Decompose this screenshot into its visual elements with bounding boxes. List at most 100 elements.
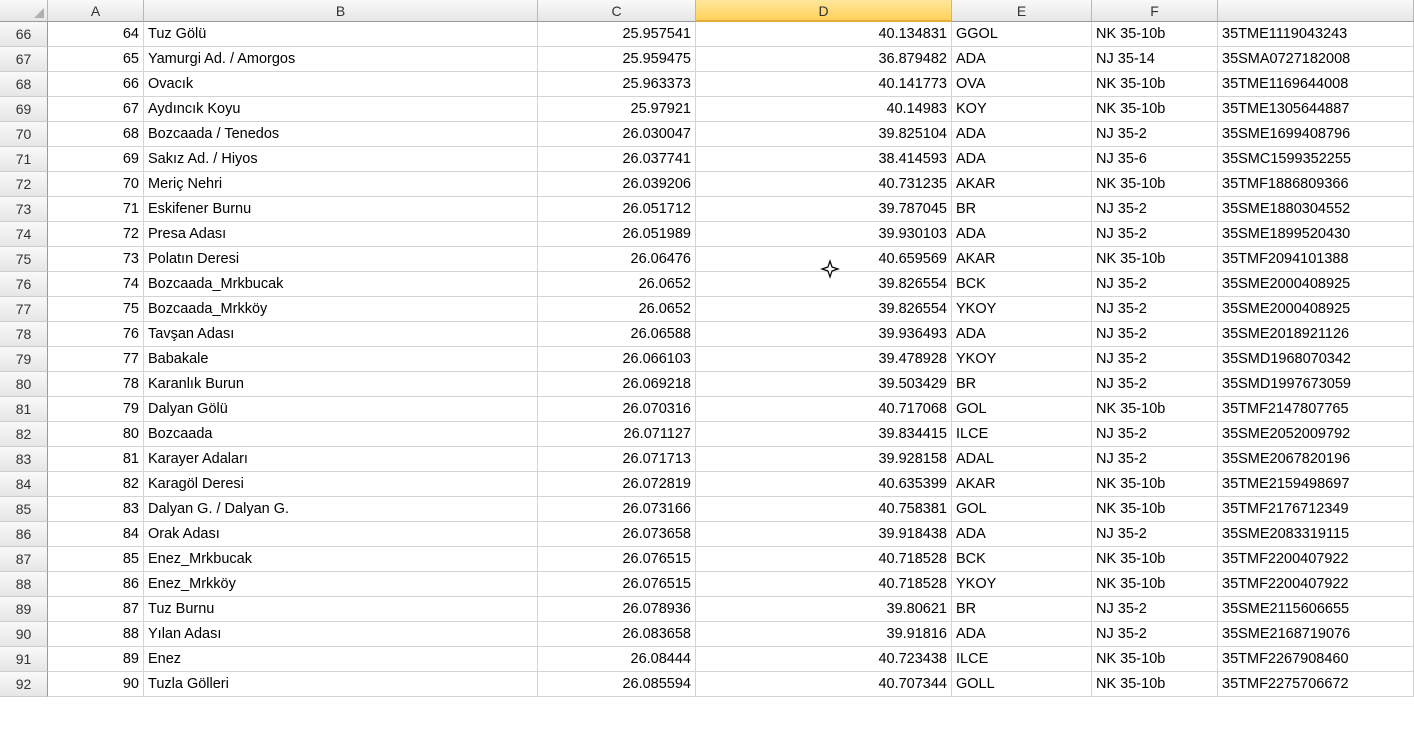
cell[interactable]: NK 35-10b [1092, 497, 1218, 522]
cell[interactable]: BR [952, 372, 1092, 397]
cell[interactable]: 35SMA0727182008 [1218, 47, 1414, 72]
cell[interactable]: Dalyan G. / Dalyan G. [144, 497, 538, 522]
cell[interactable]: ADA [952, 322, 1092, 347]
cell[interactable]: NK 35-10b [1092, 97, 1218, 122]
cell[interactable]: ADA [952, 622, 1092, 647]
cell[interactable]: Sakız Ad. / Hiyos [144, 147, 538, 172]
cell[interactable]: YKOY [952, 347, 1092, 372]
row-header[interactable]: 84 [0, 472, 48, 497]
cell[interactable]: 35TME1169644008 [1218, 72, 1414, 97]
cell[interactable]: Tavşan Adası [144, 322, 538, 347]
cell[interactable]: 38.414593 [696, 147, 952, 172]
cell[interactable]: AKAR [952, 247, 1092, 272]
cell[interactable]: 87 [48, 597, 144, 622]
cell[interactable]: 26.073658 [538, 522, 696, 547]
cell[interactable]: 40.731235 [696, 172, 952, 197]
cell[interactable]: AKAR [952, 172, 1092, 197]
cell[interactable]: AKAR [952, 472, 1092, 497]
cell[interactable]: 26.071713 [538, 447, 696, 472]
cell[interactable]: 86 [48, 572, 144, 597]
cell[interactable]: Karanlık Burun [144, 372, 538, 397]
row-header[interactable]: 92 [0, 672, 48, 697]
cell[interactable]: NJ 35-14 [1092, 47, 1218, 72]
cell[interactable]: 40.14983 [696, 97, 952, 122]
row-header[interactable]: 85 [0, 497, 48, 522]
cell[interactable]: 84 [48, 522, 144, 547]
cell[interactable]: 40.659569 [696, 247, 952, 272]
cell[interactable]: 65 [48, 47, 144, 72]
cell[interactable]: 35SME1880304552 [1218, 197, 1414, 222]
cell[interactable]: 35SME2083319115 [1218, 522, 1414, 547]
cell[interactable]: ADA [952, 222, 1092, 247]
cell[interactable]: 26.071127 [538, 422, 696, 447]
row-header[interactable]: 89 [0, 597, 48, 622]
cell[interactable]: 35SME2115606655 [1218, 597, 1414, 622]
row-header[interactable]: 86 [0, 522, 48, 547]
cell[interactable]: ILCE [952, 422, 1092, 447]
cell[interactable]: 73 [48, 247, 144, 272]
cell[interactable]: Karagöl Deresi [144, 472, 538, 497]
cell[interactable]: 77 [48, 347, 144, 372]
cell[interactable]: 35TMF2200407922 [1218, 547, 1414, 572]
column-header-B[interactable]: B [144, 0, 538, 22]
cell[interactable]: 39.930103 [696, 222, 952, 247]
cell[interactable]: NJ 35-2 [1092, 322, 1218, 347]
column-header-D[interactable]: D [696, 0, 952, 22]
cell[interactable]: BCK [952, 272, 1092, 297]
row-header[interactable]: 73 [0, 197, 48, 222]
select-all-corner[interactable] [0, 0, 48, 22]
cell[interactable]: Bozcaada / Tenedos [144, 122, 538, 147]
cell[interactable]: 39.826554 [696, 272, 952, 297]
cell[interactable]: 35TMF2275706672 [1218, 672, 1414, 697]
cell[interactable]: 72 [48, 222, 144, 247]
cell[interactable]: NJ 35-2 [1092, 222, 1218, 247]
cell[interactable]: ADA [952, 522, 1092, 547]
row-header[interactable]: 78 [0, 322, 48, 347]
column-header-A[interactable]: A [48, 0, 144, 22]
cell[interactable]: 26.076515 [538, 572, 696, 597]
cell[interactable]: 85 [48, 547, 144, 572]
cell[interactable]: 35TMF2094101388 [1218, 247, 1414, 272]
cell[interactable]: 26.072819 [538, 472, 696, 497]
cell[interactable]: 35SMD1968070342 [1218, 347, 1414, 372]
cell[interactable]: 26.06476 [538, 247, 696, 272]
cell[interactable]: Polatın Deresi [144, 247, 538, 272]
cell[interactable]: 26.06588 [538, 322, 696, 347]
cell[interactable]: Bozcaada [144, 422, 538, 447]
cell[interactable]: 25.97921 [538, 97, 696, 122]
row-header[interactable]: 82 [0, 422, 48, 447]
cell[interactable]: 39.918438 [696, 522, 952, 547]
cell[interactable]: 35SME2067820196 [1218, 447, 1414, 472]
cell[interactable]: NK 35-10b [1092, 397, 1218, 422]
cell[interactable]: 79 [48, 397, 144, 422]
cell[interactable]: GGOL [952, 22, 1092, 47]
cell[interactable]: 35TMF2176712349 [1218, 497, 1414, 522]
cell[interactable]: 80 [48, 422, 144, 447]
cell[interactable]: Yılan Adası [144, 622, 538, 647]
cell[interactable]: 75 [48, 297, 144, 322]
cell[interactable]: Ovacık [144, 72, 538, 97]
cell[interactable]: BR [952, 597, 1092, 622]
cell[interactable]: 35SME1899520430 [1218, 222, 1414, 247]
cell[interactable]: 40.718528 [696, 547, 952, 572]
cell[interactable]: NJ 35-2 [1092, 622, 1218, 647]
row-header[interactable]: 87 [0, 547, 48, 572]
cell[interactable]: 35TME1119043243 [1218, 22, 1414, 47]
cell[interactable]: NK 35-10b [1092, 247, 1218, 272]
cell[interactable]: 35SME2000408925 [1218, 272, 1414, 297]
cell[interactable]: 25.957541 [538, 22, 696, 47]
cell[interactable]: NK 35-10b [1092, 172, 1218, 197]
row-header[interactable]: 79 [0, 347, 48, 372]
cell[interactable]: BCK [952, 547, 1092, 572]
cell[interactable]: 40.718528 [696, 572, 952, 597]
row-header[interactable]: 75 [0, 247, 48, 272]
cell[interactable]: NJ 35-2 [1092, 272, 1218, 297]
cell[interactable]: NK 35-10b [1092, 647, 1218, 672]
row-header[interactable]: 67 [0, 47, 48, 72]
column-header-F[interactable]: F [1092, 0, 1218, 22]
cell[interactable]: 35TMF2147807765 [1218, 397, 1414, 422]
cell[interactable]: 25.959475 [538, 47, 696, 72]
cell[interactable]: NJ 35-2 [1092, 422, 1218, 447]
cell[interactable]: ILCE [952, 647, 1092, 672]
cell[interactable]: 35SME2018921126 [1218, 322, 1414, 347]
